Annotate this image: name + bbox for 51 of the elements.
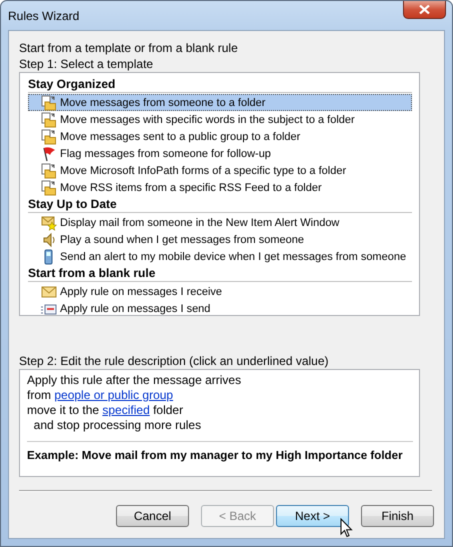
group-header: Stay Organized bbox=[28, 76, 412, 93]
mouse-pointer-icon bbox=[340, 518, 353, 538]
template-item[interactable]: Move messages from someone to a folder bbox=[28, 94, 412, 111]
speaker-icon bbox=[41, 232, 57, 248]
template-label: Send an alert to my mobile device when I get messages from someone bbox=[60, 250, 406, 262]
wizard-button[interactable]: Cancel bbox=[116, 505, 189, 527]
template-label: Apply rule on messages I send bbox=[60, 302, 210, 314]
template-item[interactable]: Apply rule on messages I receive bbox=[28, 283, 412, 300]
template-label: Move messages with specific words in the subject to a folder bbox=[60, 114, 355, 126]
wizard-button[interactable]: Finish bbox=[361, 505, 434, 527]
group-header: Stay Up to Date bbox=[28, 196, 412, 213]
envelope-icon bbox=[41, 284, 57, 300]
rule-description-line: move it to the specified folder bbox=[27, 403, 184, 418]
template-item[interactable]: Move RSS items from a specific RSS Feed to a folder bbox=[28, 179, 412, 196]
folder-icon bbox=[41, 128, 57, 144]
template-label: Move RSS items from a specific RSS Feed to a folder bbox=[60, 182, 322, 194]
example-text: Example: Move mail from my manager to my High Importance folder bbox=[27, 449, 404, 462]
template-label: Display mail from someone in the New Item Alert Window bbox=[60, 216, 340, 228]
envelope-star-icon bbox=[41, 214, 57, 230]
template-label: Move messages from someone to a folder bbox=[60, 96, 266, 108]
template-item[interactable]: Send an alert to my mobile device when I get messages from someone bbox=[28, 248, 412, 265]
wizard-button[interactable]: Next > bbox=[276, 505, 349, 527]
rule-description-line: and stop processing more rules bbox=[32, 418, 202, 433]
template-item[interactable]: Play a sound when I get messages from someone bbox=[28, 231, 412, 248]
step-label: Step 1: Select a template bbox=[19, 56, 154, 72]
template-item[interactable]: Move messages with specific words in the subject to a folder bbox=[28, 111, 412, 128]
template-item[interactable]: Move Microsoft InfoPath forms of a specific type to a folder bbox=[28, 162, 412, 179]
folder-icon bbox=[41, 94, 57, 110]
rule-description-line: from people or public group bbox=[27, 388, 174, 403]
close-button[interactable] bbox=[403, 1, 446, 19]
flag-icon bbox=[41, 146, 57, 162]
folder-icon bbox=[41, 112, 57, 128]
group-header: Start from a blank rule bbox=[28, 265, 412, 282]
window-title: Rules Wizard bbox=[8, 8, 80, 22]
template-item[interactable]: Display mail from someone in the New Item Alert Window bbox=[28, 214, 412, 231]
template-item[interactable]: Apply rule on messages I send bbox=[28, 300, 412, 317]
template-label: Apply rule on messages I receive bbox=[60, 286, 222, 298]
template-label: Play a sound when I get messages from someone bbox=[60, 234, 304, 246]
template-item[interactable]: Flag messages from someone for follow-up bbox=[28, 145, 412, 162]
value-link[interactable]: specified bbox=[102, 403, 150, 417]
template-label: Move Microsoft InfoPath forms of a specific type to a folder bbox=[60, 164, 346, 176]
folder-icon bbox=[41, 162, 57, 178]
step-label: Step 2: Edit the rule description (click an underlined value) bbox=[19, 353, 330, 369]
template-item[interactable]: Move messages sent to a public group to a folder bbox=[28, 128, 412, 145]
value-link[interactable]: people or public group bbox=[54, 388, 174, 402]
rule-description-line: Apply this rule after the message arrives bbox=[27, 373, 242, 388]
folder-icon bbox=[41, 180, 57, 196]
template-label: Flag messages from someone for follow-up bbox=[60, 148, 271, 160]
intro-text: Start from a template or from a blank rule bbox=[19, 40, 239, 56]
template-label: Move messages sent to a public group to a folder bbox=[60, 130, 300, 142]
close-icon bbox=[419, 5, 430, 14]
